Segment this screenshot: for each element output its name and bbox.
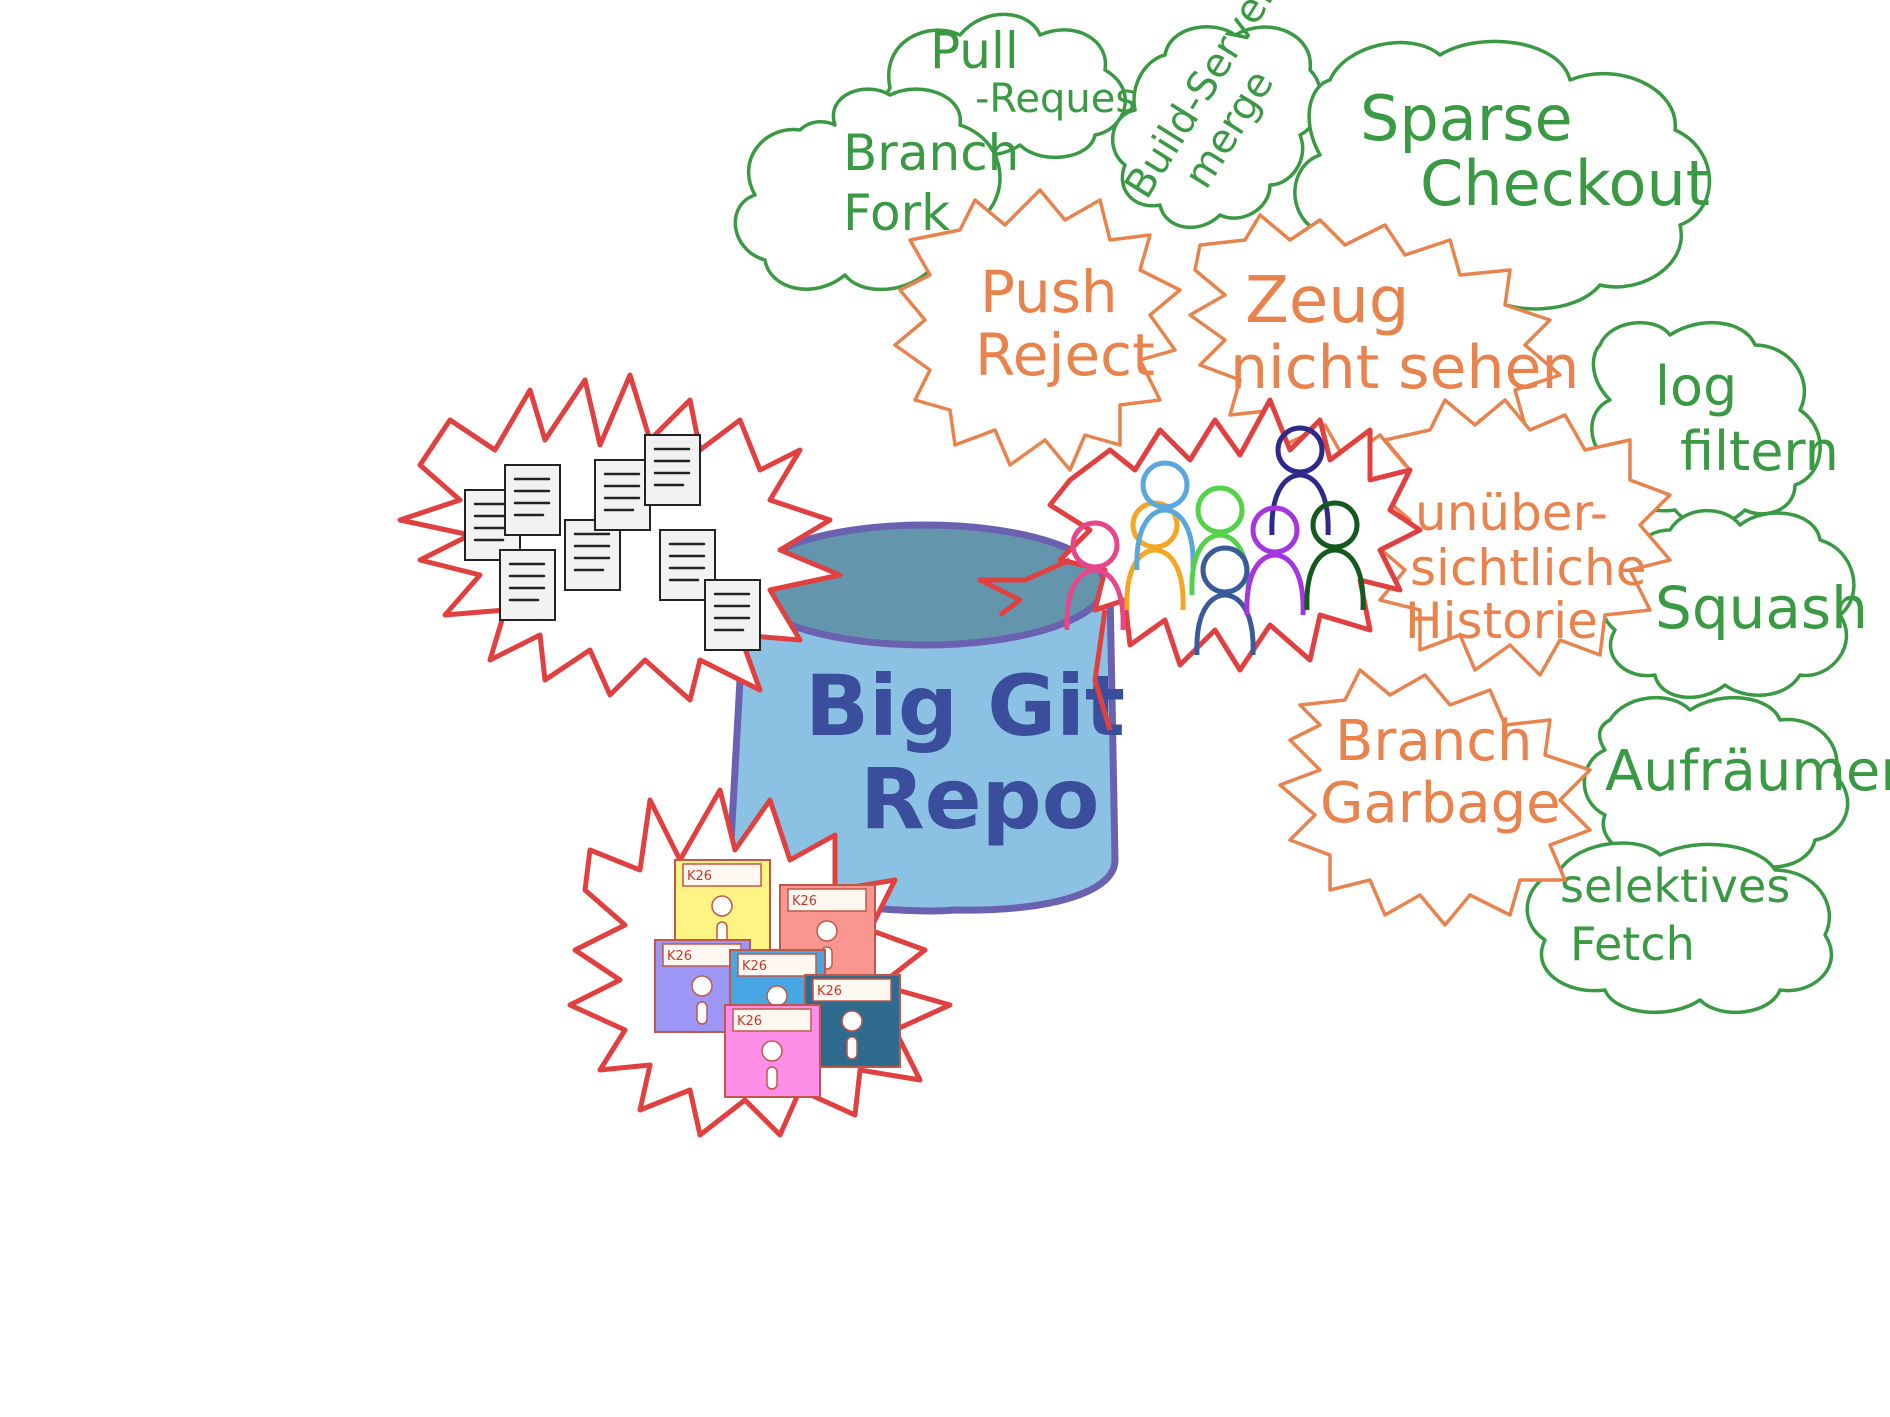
repo-label-line2: Repo [860, 750, 1100, 848]
cloud-squash-line1: Squash [1655, 574, 1868, 642]
floppy-disk: K26 [724, 1004, 821, 1098]
burst-branch-garbage-line2: Garbage [1320, 771, 1561, 836]
floppy-disk-label: K26 [737, 1014, 762, 1029]
floppy-disk-label: K26 [817, 984, 842, 999]
cloud-selective-fetch-line2: Fetch [1570, 917, 1695, 971]
burst-push-reject-line2: Reject [975, 321, 1155, 389]
burst-not-seeing-line1: Zeug [1245, 264, 1409, 338]
cloud-log-filter-line1: log [1655, 355, 1737, 418]
floppy-disk-label: K26 [687, 869, 712, 884]
cloud-selective-fetch: selektives Fetch [1525, 841, 1833, 1014]
floppy-disk-label: K26 [792, 894, 817, 909]
burst-history-line2: sichtliche [1410, 539, 1646, 597]
burst-branch-garbage-line1: Branch [1335, 709, 1533, 774]
cloud-pull-request-line1: Pull [930, 22, 1019, 80]
cloud-branch-fork-line1: Branch [843, 124, 1019, 182]
burst-push-reject-line1: Push [980, 258, 1118, 326]
cloud-build-server: Build-Server merge [1110, 0, 1323, 230]
cloud-sparse-checkout-line1: Sparse [1360, 82, 1573, 155]
cloud-selective-fetch-line1: selektives [1560, 859, 1790, 913]
cloud-log-filter-line2: filtern [1680, 420, 1839, 483]
repo-label-line1: Big Git [805, 657, 1125, 755]
floppy-disk: K26 [674, 859, 771, 953]
burst-history-line3: Historie [1405, 592, 1598, 650]
cloud-sparse-checkout-line2: Checkout [1420, 147, 1710, 220]
git-mindmap-canvas: Pull -Request Branch Fork Build-Server m… [397, 0, 1890, 1138]
burst-history-line1: unüber- [1415, 484, 1608, 542]
cloud-cleanup-line1: Aufräumen [1605, 739, 1890, 804]
floppy-disk-label: K26 [667, 949, 692, 964]
floppy-disk-label: K26 [742, 959, 767, 974]
cloud-branch-fork-line2: Fork [843, 184, 950, 242]
burst-not-seeing-line2: nicht sehen [1230, 333, 1579, 403]
